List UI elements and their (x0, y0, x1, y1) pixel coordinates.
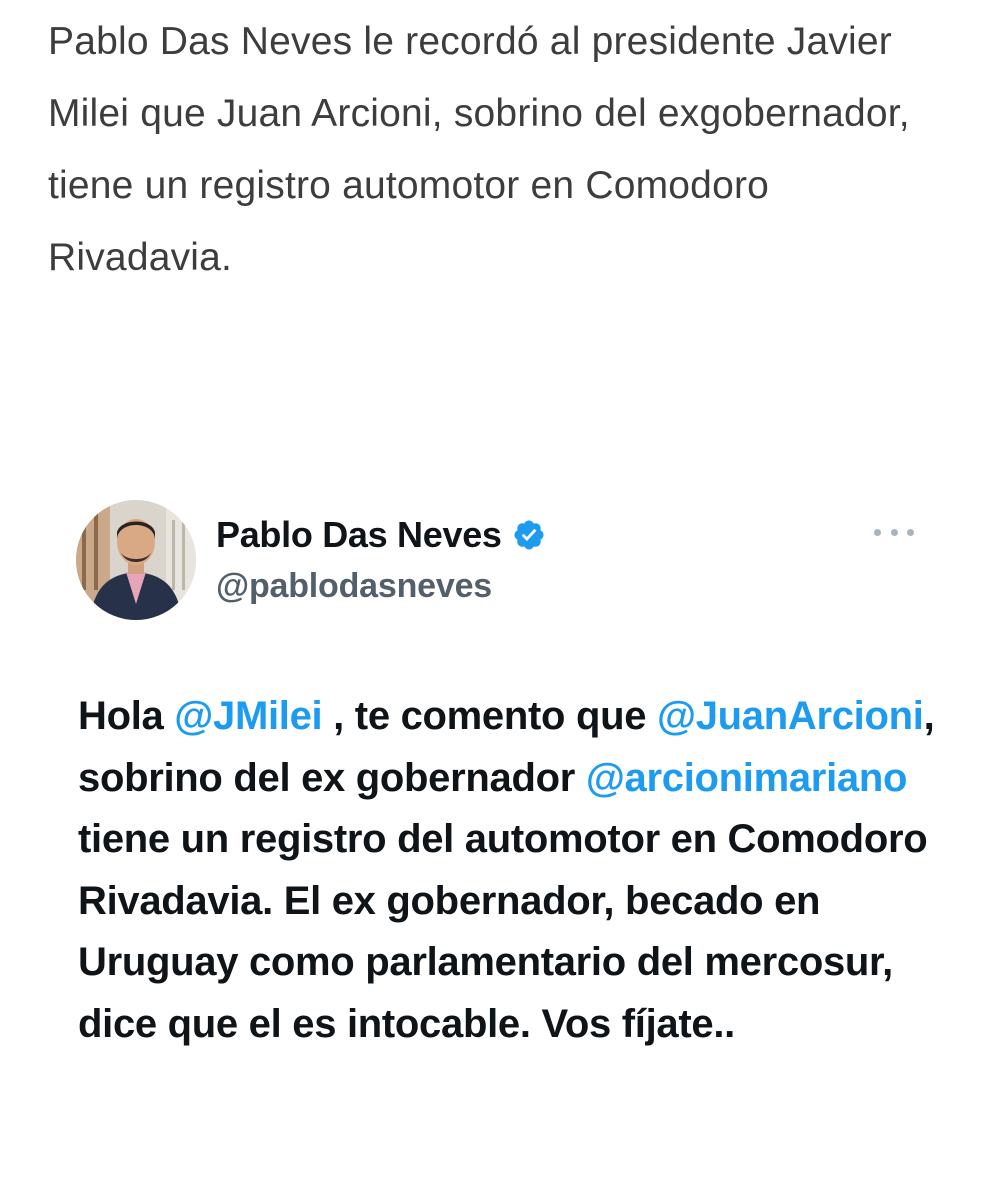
embedded-tweet[interactable]: Pablo Das Neves @pablodasneves Hola @JMi… (0, 490, 990, 1200)
user-handle[interactable]: @pablodasneves (216, 567, 492, 606)
more-dot (907, 528, 914, 536)
display-name[interactable]: Pablo Das Neves (216, 514, 546, 556)
display-name-label[interactable]: Pablo Das Neves (216, 514, 502, 556)
tweet-text-segment: , te comento que (322, 694, 657, 738)
more-dot (874, 528, 881, 536)
tweet-text: Hola @JMilei , te comento que @JuanArcio… (78, 686, 938, 1055)
mention-link-jmilei[interactable]: @JMilei (174, 694, 322, 738)
article-lede: Pablo Das Neves le recordó al presidente… (48, 20, 910, 279)
mention-link-arcionimariano[interactable]: @arcionimariano (586, 756, 908, 800)
more-options-icon[interactable] (874, 524, 914, 540)
avatar[interactable] (76, 500, 196, 620)
tweet-text-segment: Hola (78, 694, 175, 738)
verified-badge-icon (512, 518, 546, 552)
mention-link-juanarcioni[interactable]: @JuanArcioni (657, 694, 924, 738)
tweet-text-segment: tiene un registro del automotor en Comod… (78, 817, 928, 1046)
more-dot (890, 528, 898, 536)
